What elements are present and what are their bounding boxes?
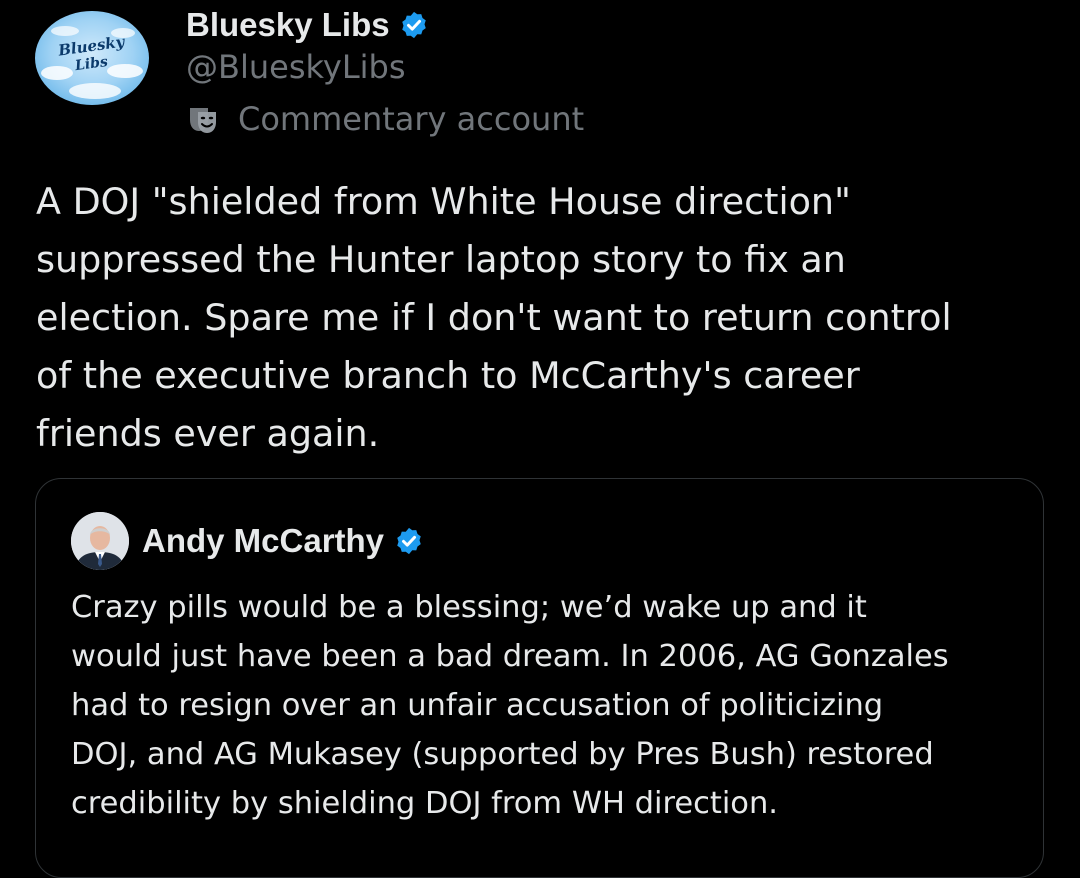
author-avatar[interactable]: Bluesky Libs	[35, 11, 149, 105]
verified-badge-icon	[394, 526, 424, 556]
account-label-text: Commentary account	[238, 100, 585, 138]
quoted-post-text: Crazy pills would be a blessing; we’d wa…	[71, 590, 949, 821]
post: Bluesky Libs Bluesky Libs @BlueskyLibs C…	[0, 0, 1080, 878]
quoted-author-name-row[interactable]: Andy McCarthy	[142, 519, 424, 563]
quoted-author-display-name[interactable]: Andy McCarthy	[142, 522, 384, 560]
post-text: A DOJ "shielded from White House directi…	[36, 180, 952, 455]
quoted-author-avatar[interactable]	[71, 512, 129, 570]
author-handle[interactable]: @BlueskyLibs	[186, 48, 406, 86]
theater-masks-icon	[186, 102, 220, 136]
bluesky-libs-logo: Bluesky Libs	[35, 11, 149, 105]
verified-badge-icon[interactable]	[399, 10, 429, 40]
account-label: Commentary account	[186, 98, 584, 140]
quoted-post-card[interactable]: Andy McCarthy Crazy pills would be a ble…	[35, 478, 1044, 878]
author-name-row[interactable]: Bluesky Libs	[186, 4, 429, 46]
author-display-name[interactable]: Bluesky Libs	[186, 6, 390, 44]
